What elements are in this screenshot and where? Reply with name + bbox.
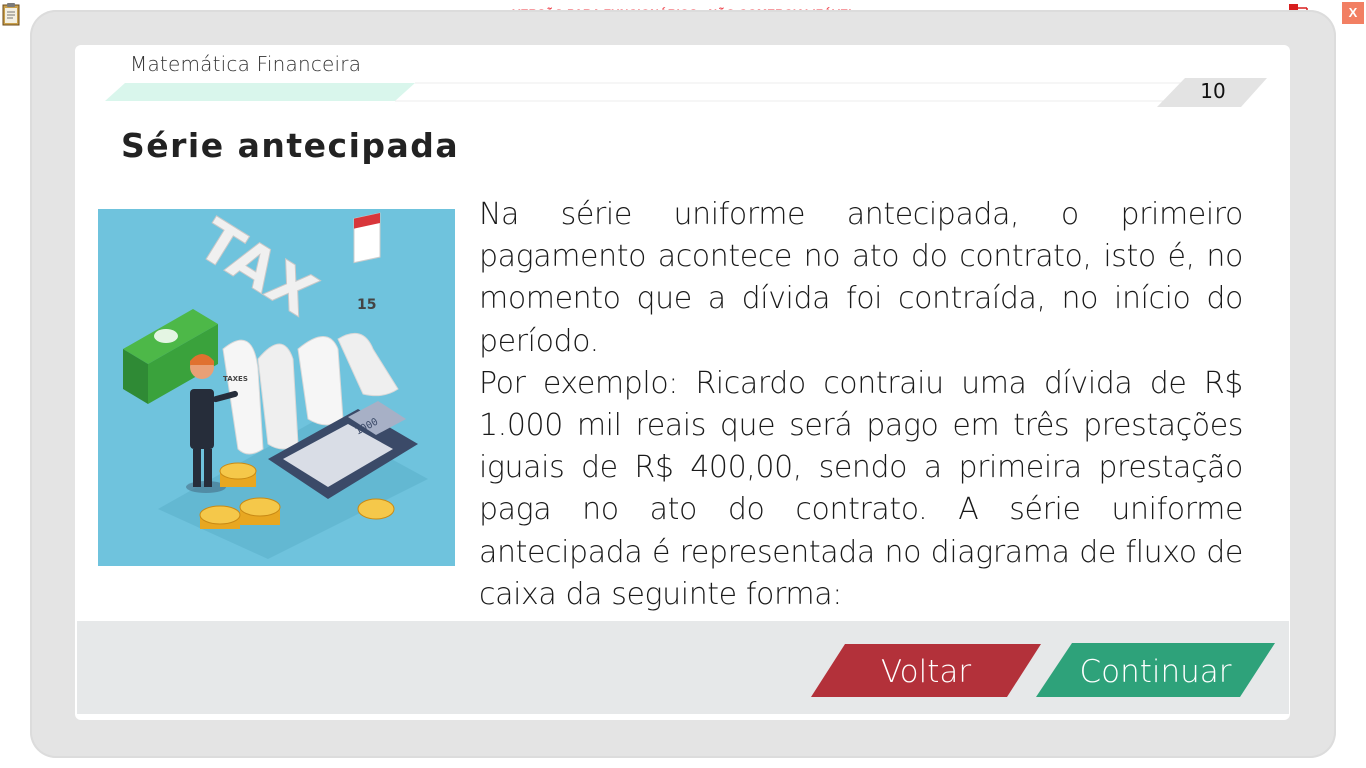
page-title: Série antecipada (121, 126, 460, 165)
back-button-label: Voltar (880, 654, 972, 690)
course-title: Matemática Financeira (130, 52, 362, 76)
tax-finance-illustration: TAXES TAX 15 1000 (98, 209, 455, 566)
clipboard-icon[interactable] (1, 2, 21, 26)
back-button[interactable]: Voltar (811, 642, 1041, 699)
body-text: Na série uniforme antecipada, o primeiro… (479, 194, 1243, 616)
paragraph-example: Por exemplo: Ricardo contraiu uma dívida… (479, 365, 1243, 612)
header-rule (105, 78, 1267, 107)
continue-button[interactable]: Continuar (1036, 642, 1275, 699)
paragraph-definition: Na série uniforme antecipada, o primeiro… (479, 197, 1243, 359)
calendar-day: 15 (357, 297, 376, 313)
page-number: 10 (1200, 79, 1226, 103)
continue-button-label: Continuar (1079, 654, 1232, 690)
close-button[interactable]: X (1342, 2, 1364, 24)
receipt-label: TAXES (223, 375, 248, 383)
